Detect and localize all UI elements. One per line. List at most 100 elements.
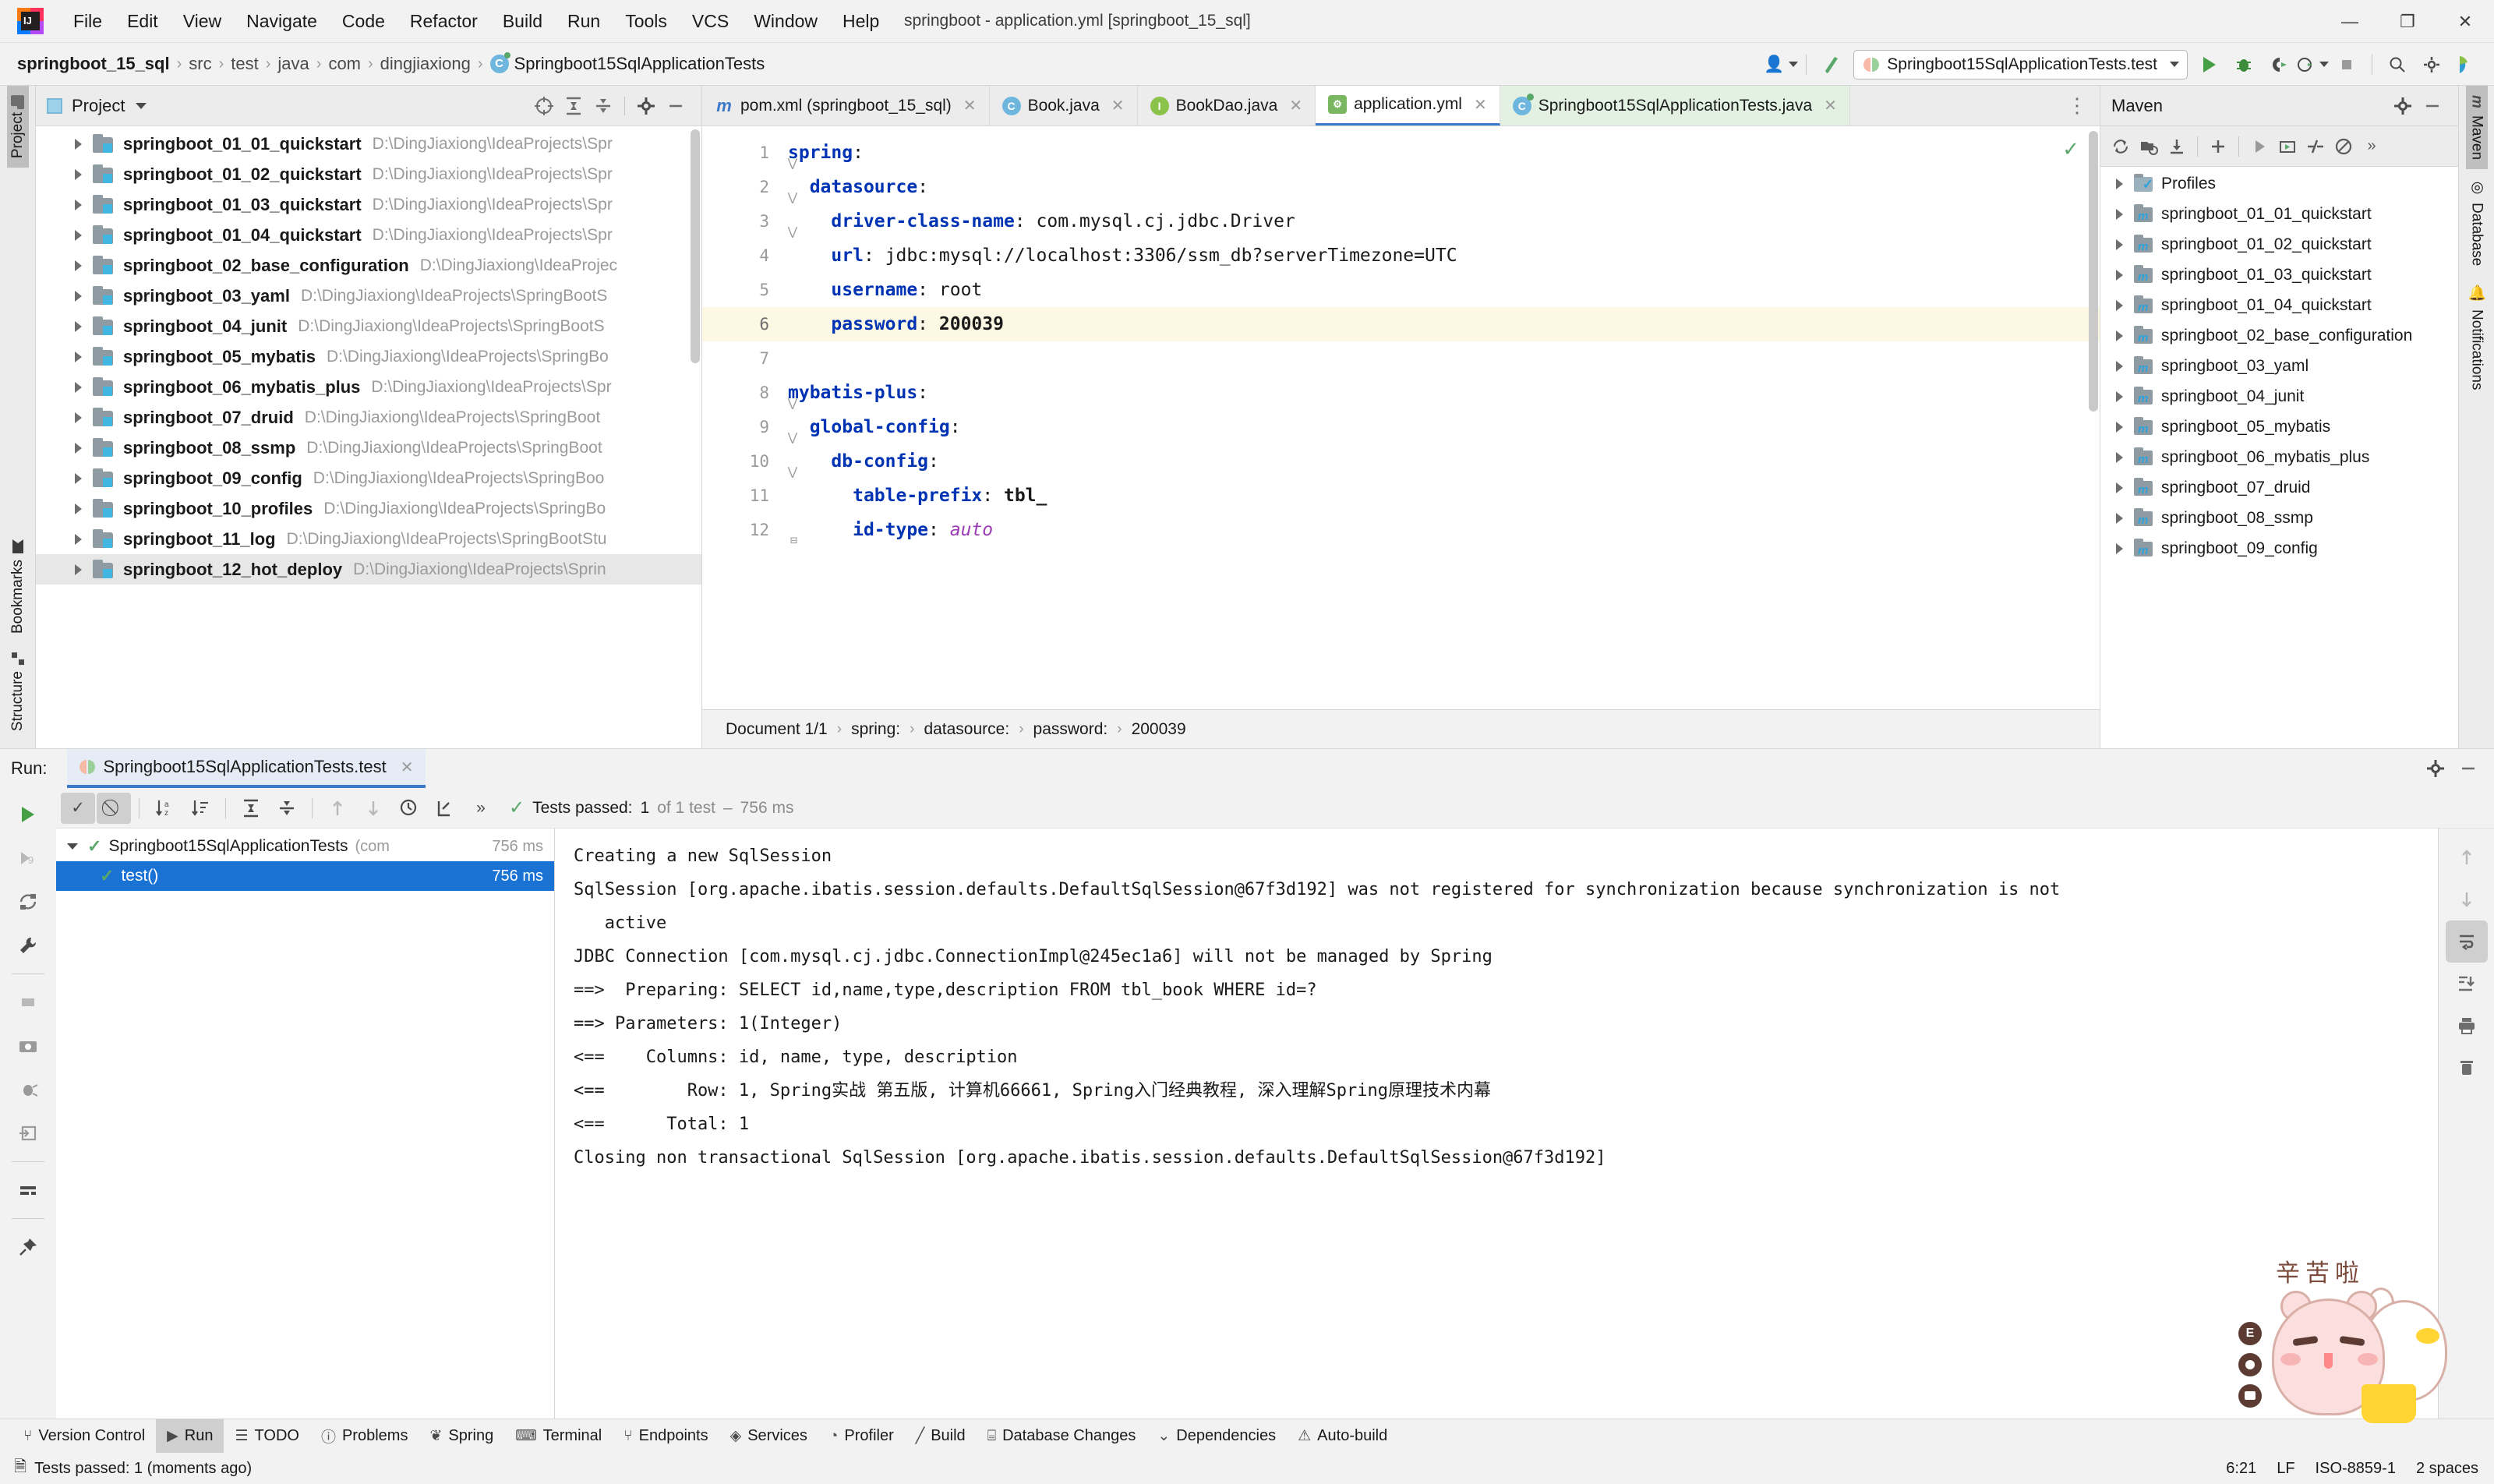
expand-arrow-icon[interactable] (2116, 238, 2123, 250)
breadcrumb-project[interactable]: springboot_15_sql (17, 54, 170, 74)
expand-arrow-icon[interactable] (2116, 269, 2123, 281)
project-tree-row[interactable]: springboot_10_profiles D:\DingJiaxiong\Id… (36, 493, 701, 524)
scroll-down-icon[interactable] (2446, 878, 2488, 920)
stop-icon[interactable] (6, 980, 50, 1024)
expand-arrow-icon[interactable] (2116, 482, 2123, 493)
close-icon[interactable]: ✕ (1111, 96, 1125, 115)
clear-all-icon[interactable] (2446, 1047, 2488, 1089)
maximize-button[interactable]: ❐ (2379, 0, 2436, 43)
run-configuration-selector[interactable]: Springboot15SqlApplicationTests.test (1853, 49, 2188, 80)
menu-build[interactable]: Build (490, 6, 555, 37)
execute-goal-icon[interactable] (2273, 132, 2301, 161)
code-line[interactable]: username: root (780, 273, 2100, 307)
close-button[interactable]: ✕ (2436, 0, 2494, 43)
project-tree-row[interactable]: springboot_01_01_quickstart D:\DingJiaxio… (36, 129, 701, 159)
soft-wrap-icon[interactable] (2445, 920, 2488, 963)
menu-help[interactable]: Help (830, 6, 892, 37)
expand-arrow-icon[interactable] (75, 472, 82, 484)
editor-breadcrumb-item[interactable]: 200039 (1132, 720, 1186, 739)
collapse-all-icon[interactable] (270, 793, 304, 824)
expand-arrow-icon[interactable] (2116, 421, 2123, 433)
layout-icon[interactable] (6, 1168, 50, 1212)
project-tree-row[interactable]: springboot_01_03_quickstart D:\DingJiaxio… (36, 189, 701, 220)
code-line[interactable]: spring: (780, 136, 2100, 170)
toolwindow-button-profiler[interactable]: ◔ Profiler (818, 1419, 905, 1454)
expand-arrow-icon[interactable] (75, 351, 82, 362)
skip-tests-icon[interactable] (2301, 132, 2330, 161)
toolwindow-button-build[interactable]: ╱ Build (905, 1419, 977, 1454)
menu-window[interactable]: Window (741, 6, 830, 37)
expand-arrow-icon[interactable] (75, 381, 82, 393)
rerun-icon[interactable] (6, 793, 50, 836)
close-icon[interactable]: ✕ (1289, 96, 1302, 115)
expand-arrow-icon[interactable] (2116, 390, 2123, 402)
project-scrollbar[interactable] (691, 129, 700, 363)
code-line[interactable]: id-type: auto (780, 513, 2100, 547)
editor-tab[interactable]: C Book.java ✕ (990, 86, 1138, 125)
show-ignored-icon[interactable]: ⃠ (97, 792, 131, 824)
project-tree-row[interactable]: springboot_01_04_quickstart D:\DingJiaxio… (36, 220, 701, 250)
menu-vcs[interactable]: VCS (680, 6, 741, 37)
toolwindow-button-todo[interactable]: ☰ TODO (224, 1419, 309, 1454)
project-tree-row[interactable]: springboot_01_02_quickstart D:\DingJiaxio… (36, 159, 701, 189)
sort-by-duration-icon[interactable] (183, 793, 217, 824)
toggle-offline-icon[interactable] (2330, 132, 2358, 161)
run-button[interactable] (2192, 48, 2227, 82)
hide-panel-icon[interactable] (2453, 754, 2483, 783)
code-editor[interactable]: 1⋁ 2⋁ 3⋁ 4 5 6⊟ 7 8⋁ 9⋁ 10⋁ 11 12⊟ spring: datasour… (702, 126, 2100, 709)
code-line[interactable]: db-config: (780, 444, 2100, 479)
project-tree-row[interactable]: springboot_02_base_configuration D:\DingJ… (36, 250, 701, 281)
breadcrumb-src[interactable]: src (189, 54, 211, 74)
add-icon[interactable] (2204, 132, 2232, 161)
close-icon[interactable]: ✕ (1824, 96, 1837, 115)
sidebar-item-structure[interactable]: Structure (7, 643, 29, 740)
test-results-tree[interactable]: ✓ Springboot15SqlApplicationTests (com 7… (56, 829, 555, 1419)
toolwindow-button-problems[interactable]: ⓘ Problems (310, 1419, 419, 1454)
expand-arrow-icon[interactable] (75, 168, 82, 180)
select-opened-file-icon[interactable] (529, 91, 559, 121)
expand-arrow-icon[interactable] (2116, 360, 2123, 372)
project-tree-row[interactable]: springboot_05_mybatis D:\DingJiaxiong\Ide… (36, 341, 701, 372)
expand-arrow-icon[interactable] (75, 533, 82, 545)
expand-arrow-icon[interactable] (2116, 512, 2123, 524)
maven-tree-row[interactable]: m springboot_02_base_configuration (2100, 320, 2458, 351)
maven-tree-row[interactable]: m springboot_07_druid (2100, 472, 2458, 503)
maven-tree-row[interactable]: m springboot_01_04_quickstart (2100, 290, 2458, 320)
expand-arrow-icon[interactable] (2116, 208, 2123, 220)
maven-tree-row[interactable]: m springboot_09_config (2100, 533, 2458, 564)
next-failed-icon[interactable] (356, 793, 390, 824)
project-tree-row[interactable]: springboot_06_mybatis_plus D:\DingJiaxion… (36, 372, 701, 402)
expand-arrow-icon[interactable] (75, 229, 82, 241)
editor-scrollbar[interactable] (2089, 131, 2098, 412)
test-tree-root-row[interactable]: ✓ Springboot15SqlApplicationTests (com 7… (56, 832, 554, 861)
sidebar-item-notifications[interactable]: 🔔 Notifications (2465, 275, 2488, 400)
gear-icon[interactable] (2415, 48, 2449, 82)
project-tree-row[interactable]: springboot_03_yaml D:\DingJiaxiong\IdeaPr… (36, 281, 701, 311)
expand-arrow-icon[interactable] (2116, 542, 2123, 554)
run-with-coverage-icon[interactable] (2261, 48, 2295, 82)
print-icon[interactable] (2446, 1005, 2488, 1047)
toolwindow-button-run[interactable]: ▶ Run (156, 1419, 224, 1454)
breadcrumb-com[interactable]: com (328, 54, 361, 74)
project-tree[interactable]: springboot_01_01_quickstart D:\DingJiaxio… (36, 126, 701, 748)
toolwindow-button-services[interactable]: ◈ Services (719, 1419, 818, 1454)
expand-arrow-icon[interactable] (75, 412, 82, 423)
ide-help-icon[interactable] (2449, 48, 2483, 82)
test-tree-method-row[interactable]: ✓ test() 756 ms (56, 861, 554, 891)
file-encoding[interactable]: ISO-8859-1 (2316, 1460, 2396, 1478)
rerun-failed-icon[interactable]: 9 (6, 836, 50, 880)
editor-tab[interactable]: I BookDao.java ✕ (1138, 86, 1316, 125)
maven-tree-row[interactable]: m springboot_01_02_quickstart (2100, 229, 2458, 260)
editor-breadcrumb-item[interactable]: spring: (851, 720, 900, 739)
editor-code-content[interactable]: spring: datasource: driver-class-name: c… (780, 126, 2100, 709)
sidebar-item-database[interactable]: ◎ Database (2466, 169, 2488, 275)
maven-tree-row[interactable]: m springboot_06_mybatis_plus (2100, 442, 2458, 472)
close-icon[interactable]: ✕ (1474, 95, 1487, 115)
expand-arrow-icon[interactable] (2116, 451, 2123, 463)
expand-arrow-icon[interactable] (75, 260, 82, 271)
sidebar-item-project[interactable]: Project (6, 86, 29, 168)
chevron-down-icon[interactable] (136, 102, 147, 109)
toolwindow-button-terminal[interactable]: ⌨ Terminal (504, 1419, 613, 1454)
show-passed-icon[interactable]: ✓ (61, 792, 95, 824)
sidebar-item-maven[interactable]: m Maven (2465, 86, 2488, 169)
